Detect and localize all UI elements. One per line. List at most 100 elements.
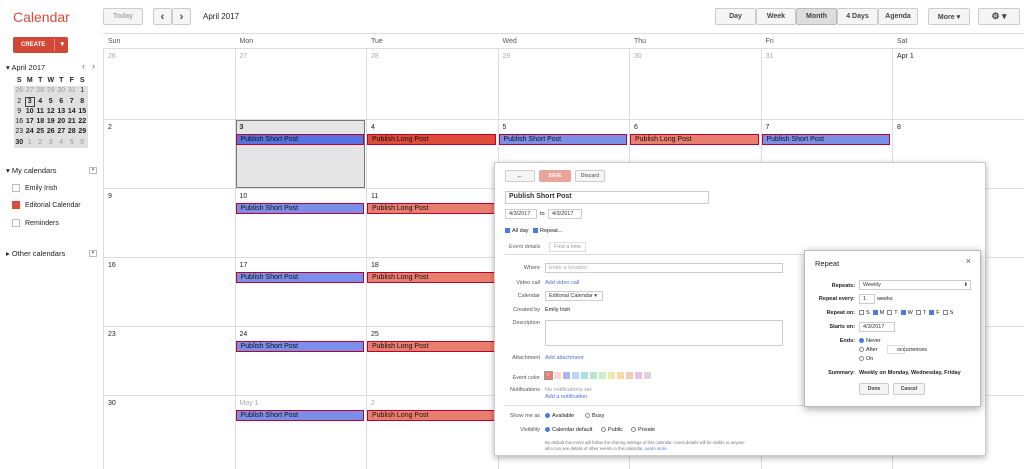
back-arrow-icon[interactable]: ← <box>505 170 535 182</box>
day-number[interactable]: 5 <box>503 124 507 131</box>
color-swatch[interactable] <box>644 372 651 379</box>
calendar-item-reminders[interactable]: Reminders <box>12 219 59 227</box>
all-day-checkbox[interactable]: All day <box>505 228 529 234</box>
prev-button[interactable]: ‹ <box>153 8 172 25</box>
learn-more-link[interactable]: Learn more <box>645 446 667 451</box>
day-number[interactable]: 29 <box>503 53 511 60</box>
mini-cal-prev-icon[interactable]: ‹ <box>82 61 85 71</box>
my-calendars-header[interactable]: ▾ My calendars <box>6 166 56 175</box>
done-button[interactable]: Done <box>859 383 889 395</box>
repeat-day-checkbox[interactable]: F <box>929 310 939 316</box>
day-number[interactable]: 28 <box>371 53 379 60</box>
event-chip[interactable]: Publish Long Post <box>367 203 496 214</box>
ends-never-radio[interactable]: Never <box>859 338 881 344</box>
color-swatch[interactable] <box>599 372 606 379</box>
event-chip[interactable]: Publish Short Post <box>762 134 891 145</box>
day-number[interactable]: 8 <box>897 124 901 131</box>
next-button[interactable]: › <box>172 8 191 25</box>
day-number[interactable]: 26 <box>108 53 116 60</box>
tab-find-time[interactable]: Find a time <box>549 242 586 252</box>
mini-cal-day[interactable]: 5 <box>67 138 78 148</box>
day-number[interactable]: 6 <box>634 124 638 131</box>
day-number[interactable]: 3 <box>240 124 244 131</box>
day-number[interactable]: 31 <box>766 53 774 60</box>
day-number[interactable]: 2 <box>108 124 112 131</box>
mini-cal-day[interactable]: 8 <box>77 97 88 107</box>
view-day-button[interactable]: Day <box>715 8 756 25</box>
repeat-day-checkbox[interactable]: S <box>859 310 870 316</box>
repeat-day-checkbox[interactable]: S <box>943 310 954 316</box>
add-notification-link[interactable]: Add a notification <box>545 394 587 400</box>
color-swatch[interactable] <box>626 372 633 379</box>
event-chip[interactable]: Publish Long Post <box>367 134 496 145</box>
ends-after-radio[interactable]: After <box>859 347 878 353</box>
mini-cal-day[interactable]: 12 <box>46 107 57 117</box>
today-button[interactable]: Today <box>103 8 143 25</box>
video-link[interactable]: Add video call <box>545 280 579 286</box>
day-number[interactable]: 11 <box>371 193 378 200</box>
view-agenda-button[interactable]: Agenda <box>878 8 918 25</box>
day-number[interactable]: May 1 <box>240 400 259 407</box>
day-number[interactable]: 25 <box>371 331 379 338</box>
visibility-default-radio[interactable]: Calendar default <box>545 427 592 433</box>
day-number[interactable]: 24 <box>240 331 248 338</box>
mini-cal-header[interactable]: ▾ April 2017 <box>6 63 45 72</box>
starts-on-input[interactable]: 4/3/2017 <box>859 322 895 332</box>
day-number[interactable]: 17 <box>240 262 248 269</box>
other-calendars-menu-icon[interactable]: ▾ <box>89 250 97 257</box>
mini-cal-day[interactable]: 22 <box>77 117 88 127</box>
attach-link[interactable]: Add attachment <box>545 355 584 361</box>
day-number[interactable]: 30 <box>108 400 116 407</box>
mini-cal-day[interactable]: 3 <box>25 97 36 107</box>
show-busy-radio[interactable]: Busy <box>585 413 604 419</box>
mini-cal-day[interactable]: 27 <box>25 86 36 96</box>
discard-button[interactable]: Discard <box>575 170 605 182</box>
repeat-every-select[interactable]: 1 <box>859 294 875 304</box>
mini-cal-day[interactable]: 14 <box>67 107 78 117</box>
mini-cal-day[interactable]: 10 <box>25 107 36 117</box>
ends-on-radio[interactable]: On <box>859 356 873 362</box>
mini-cal-day[interactable]: 2 <box>14 97 25 107</box>
color-swatch[interactable] <box>581 372 588 379</box>
my-calendars-menu-icon[interactable]: ▾ <box>89 167 97 174</box>
mini-cal-day[interactable]: 11 <box>35 107 46 117</box>
mini-cal-day[interactable]: 25 <box>35 127 46 137</box>
day-number[interactable]: 10 <box>240 193 248 200</box>
mini-cal-day[interactable]: 20 <box>56 117 67 127</box>
repeat-checkbox[interactable]: Repeat... <box>533 228 562 234</box>
day-number[interactable]: 4 <box>371 124 375 131</box>
repeat-day-checkbox[interactable]: M <box>873 310 885 316</box>
day-number[interactable]: 2 <box>371 400 375 407</box>
mini-cal-day[interactable]: 6 <box>77 138 88 148</box>
mini-cal-day[interactable]: 15 <box>77 107 88 117</box>
mini-cal-day[interactable]: 4 <box>35 97 46 107</box>
view-month-button[interactable]: Month <box>796 8 837 25</box>
calendar-select[interactable]: Editorial Calendar ▾ <box>545 291 603 301</box>
repeat-day-checkbox[interactable]: W <box>901 310 913 316</box>
mini-cal-day[interactable]: 6 <box>56 97 67 107</box>
mini-cal-day[interactable]: 26 <box>14 86 25 96</box>
visibility-private-radio[interactable]: Private <box>631 427 655 433</box>
mini-cal-day[interactable]: 26 <box>46 127 57 137</box>
more-button[interactable]: More ▾ <box>928 8 970 25</box>
mini-cal-day[interactable]: 23 <box>14 127 25 137</box>
day-number[interactable]: Apr 1 <box>897 53 914 60</box>
mini-cal-day[interactable]: 3 <box>46 138 57 148</box>
settings-gear-icon[interactable]: ⚙ ▾ <box>978 8 1020 25</box>
view-4-days-button[interactable]: 4 Days <box>837 8 878 25</box>
mini-cal-day[interactable]: 4 <box>56 138 67 148</box>
cancel-button[interactable]: Cancel <box>893 383 925 395</box>
repeat-day-checkbox[interactable]: T <box>887 310 897 316</box>
mini-cal-day[interactable]: 31 <box>67 86 78 96</box>
mini-cal-day[interactable]: 27 <box>56 127 67 137</box>
color-swatch[interactable] <box>635 372 642 379</box>
end-date-input[interactable]: 4/3/2017 <box>548 209 582 219</box>
mini-cal-day[interactable]: 30 <box>14 138 25 148</box>
mini-cal-day[interactable]: 7 <box>67 97 78 107</box>
mini-cal-day[interactable]: 13 <box>56 107 67 117</box>
calendar-item-emily-irish[interactable]: Emily Irish <box>12 184 57 192</box>
event-chip[interactable]: Publish Long Post <box>367 341 496 352</box>
color-swatch[interactable] <box>563 372 570 379</box>
event-chip[interactable]: Publish Short Post <box>236 272 365 283</box>
description-input[interactable] <box>545 320 783 346</box>
